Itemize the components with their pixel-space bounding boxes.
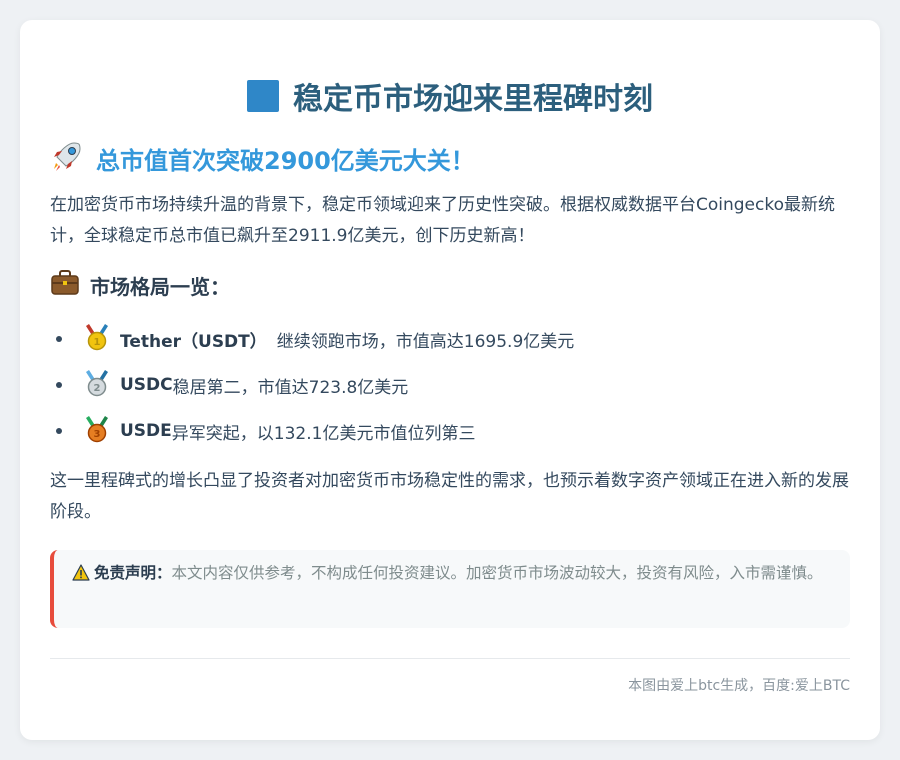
rocket-icon bbox=[50, 139, 84, 177]
divider bbox=[50, 658, 850, 659]
coin-desc: 继续领跑市场，市值高达1695.9亿美元 bbox=[276, 331, 575, 352]
briefcase-icon bbox=[50, 270, 80, 300]
list-item: 1 Tether（USDT） 继续领跑市场，市值高达1695.9亿美元 bbox=[50, 316, 850, 362]
page-title-text: 稳定币市场迎来里程碑时刻 bbox=[293, 82, 653, 117]
coin-name: USDE bbox=[120, 421, 172, 441]
gold-medal-icon: 1 bbox=[84, 323, 110, 356]
bullet-icon bbox=[56, 336, 62, 342]
svg-text:2: 2 bbox=[94, 383, 101, 394]
warning-icon bbox=[72, 564, 90, 588]
disclaimer-text: 本文内容仅供参考，不构成任何投资建议。加密货币市场波动较大，投资有风险，入市需谨… bbox=[171, 564, 823, 582]
list-item: 3 USDE 异军突起，以132.1亿美元市值位列第三 bbox=[50, 408, 850, 454]
bullet-icon bbox=[56, 428, 62, 434]
silver-medal-icon: 2 bbox=[84, 369, 110, 402]
page-title: 稳定币市场迎来里程碑时刻 bbox=[50, 74, 850, 118]
blue-square-icon bbox=[247, 80, 279, 112]
bronze-medal-icon: 3 bbox=[84, 415, 110, 448]
section-heading-text: 市场格局一览： bbox=[90, 274, 230, 299]
market-list: 1 Tether（USDT） 继续领跑市场，市值高达1695.9亿美元 2 US… bbox=[50, 316, 850, 454]
coin-desc: 稳居第二，市值达723.8亿美元 bbox=[172, 377, 409, 398]
headline-text: 总市值首次突破2900亿美元大关！ bbox=[96, 146, 475, 175]
footer-credit: 本图由爱上btc生成，百度:爱上BTC bbox=[628, 678, 850, 694]
headline: 总市值首次突破2900亿美元大关！ bbox=[50, 138, 850, 178]
disclaimer-box: 免责声明：本文内容仅供参考，不构成任何投资建议。加密货币市场波动较大，投资有风险… bbox=[50, 550, 850, 628]
section-heading: 市场格局一览： bbox=[50, 268, 850, 302]
coin-name: Tether（USDT） bbox=[120, 331, 267, 352]
svg-text:1: 1 bbox=[94, 337, 101, 348]
bullet-icon bbox=[56, 382, 62, 388]
coin-desc: 异军突起，以132.1亿美元市值位列第三 bbox=[171, 423, 476, 444]
svg-text:3: 3 bbox=[94, 429, 101, 440]
intro-paragraph: 在加密货币市场持续升温的背景下，稳定币领域迎来了历史性突破。根据权威数据平台Co… bbox=[50, 195, 836, 246]
article-card: 稳定币市场迎来里程碑时刻 总市值首次突破2900亿美元大关！ 在加密货币市场持续… bbox=[20, 20, 880, 740]
coin-name: USDC bbox=[120, 375, 173, 395]
closing-paragraph: 这一里程碑式的增长凸显了投资者对加密货币市场稳定性的需求，也预示着数字资产领域正… bbox=[50, 471, 849, 522]
list-item: 2 USDC 稳居第二，市值达723.8亿美元 bbox=[50, 362, 850, 408]
disclaimer-label: 免责声明： bbox=[94, 564, 172, 582]
